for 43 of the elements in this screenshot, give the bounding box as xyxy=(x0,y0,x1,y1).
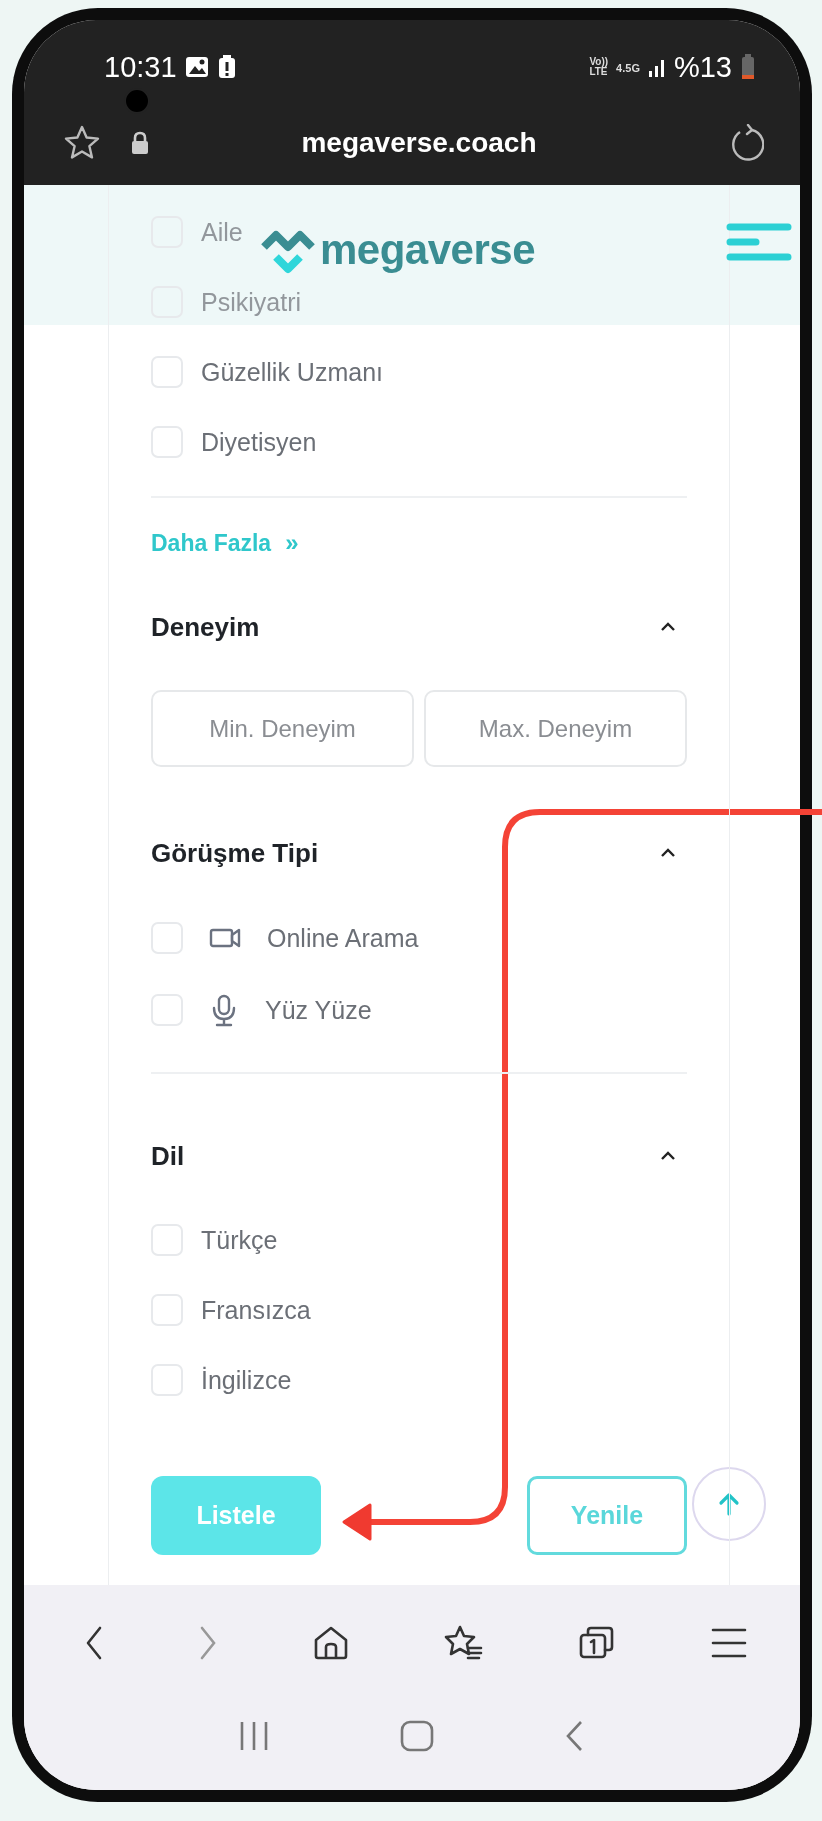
checkbox-label: Fransızca xyxy=(201,1295,311,1325)
checkbox-label: Online Arama xyxy=(267,923,419,953)
double-chevron-glyph: » xyxy=(285,529,299,557)
checkbox[interactable] xyxy=(151,356,183,388)
lte-label: LTE xyxy=(589,67,609,77)
checkbox[interactable] xyxy=(151,922,183,954)
checkbox-label: Diyetisyen xyxy=(201,427,317,457)
refresh-button[interactable]: Yenile xyxy=(527,1476,687,1555)
arrow-up-icon xyxy=(717,1491,741,1517)
checkbox[interactable] xyxy=(151,1294,183,1326)
battery-alert-icon xyxy=(216,54,237,80)
checkbox[interactable] xyxy=(151,1224,183,1256)
checkbox[interactable] xyxy=(151,1364,183,1396)
battery-percent: %13 xyxy=(673,50,732,84)
section-title: Deneyim xyxy=(151,611,260,643)
checkbox-label: Aile xyxy=(201,217,243,247)
section-title: Dil xyxy=(151,1140,185,1172)
checkbox-label: Psikiyatri xyxy=(201,287,301,317)
tabs-icon[interactable] xyxy=(577,1624,616,1661)
home-icon[interactable] xyxy=(312,1624,349,1661)
volte-label: Vo)) xyxy=(589,57,609,67)
back-icon[interactable] xyxy=(84,1624,104,1661)
image-icon xyxy=(184,55,209,79)
logo-text[interactable]: megaverse xyxy=(320,226,535,274)
checkbox-label: İngilizce xyxy=(201,1365,292,1395)
list-button[interactable]: Listele xyxy=(151,1476,321,1555)
more-link[interactable]: Daha Fazla xyxy=(151,529,272,557)
checkbox-label: Güzellik Uzmanı xyxy=(201,357,383,387)
checkbox-label: Yüz Yüze xyxy=(265,995,372,1025)
checkbox[interactable] xyxy=(151,426,183,458)
battery-icon xyxy=(740,54,756,80)
checkbox-label: Türkçe xyxy=(201,1225,278,1255)
checkbox[interactable] xyxy=(151,994,183,1026)
recent-apps-icon[interactable] xyxy=(239,1720,270,1752)
number-input-field[interactable]: Max. Deneyim xyxy=(424,690,687,767)
lock-icon xyxy=(130,130,150,155)
number-input-field[interactable]: Min. Deneyim xyxy=(151,690,414,767)
clock-time: 10:31 xyxy=(104,50,177,84)
star-list-icon[interactable] xyxy=(443,1623,484,1662)
section-title: Görüşme Tipi xyxy=(151,837,319,869)
bookmark-star-icon[interactable] xyxy=(62,123,102,162)
home-button-icon[interactable] xyxy=(400,1720,434,1752)
network-label: 4.5G xyxy=(616,62,640,73)
